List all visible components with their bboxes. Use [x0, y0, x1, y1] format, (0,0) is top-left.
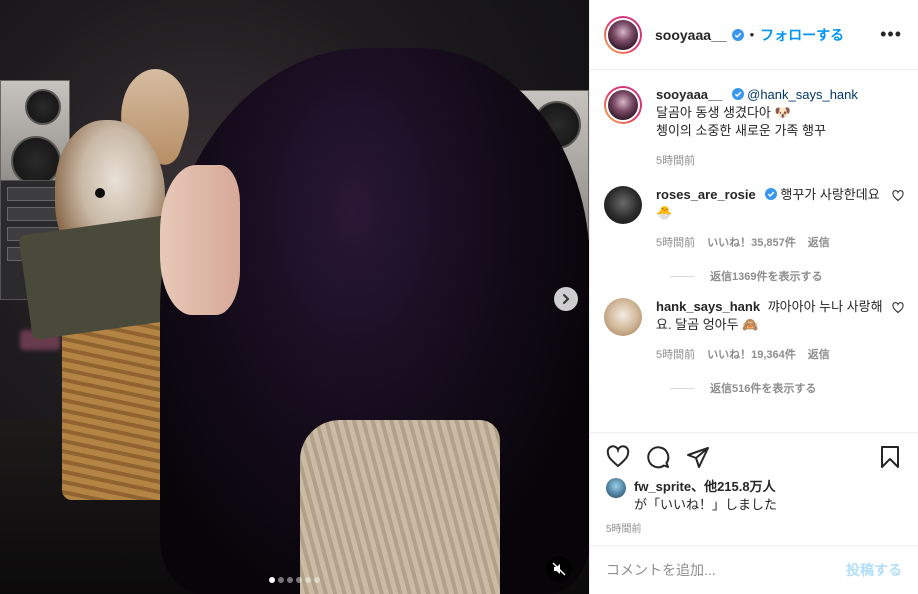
likes-summary: fw_sprite、他215.8万人 が「いいね！」しました: [606, 478, 902, 514]
comment-likes[interactable]: いいね！19,364件: [707, 346, 796, 364]
post-action-bar: [590, 432, 918, 480]
verified-badge-icon: [731, 88, 744, 100]
carousel-next-button[interactable]: [554, 287, 578, 311]
person-face: [160, 165, 240, 315]
comment-input[interactable]: [606, 562, 846, 578]
view-replies-label: 返信516件を表示する: [710, 383, 817, 395]
verified-badge-icon: [731, 28, 744, 41]
instagram-post: sooyaaa__ • フォローする ••• sooyaaa__ @hank_s…: [0, 0, 918, 594]
paper-plane-icon: [687, 446, 709, 468]
reply-button[interactable]: 返信: [808, 346, 830, 364]
comment-username[interactable]: hank_says_hank: [656, 299, 760, 314]
comment-item: roses_are_rosie 행꾸가 사랑한데요 🐣 5時間前 いいね！35,…: [604, 186, 904, 252]
view-replies-button[interactable]: 返信1369件を表示する: [670, 268, 904, 284]
view-replies-label: 返信1369件を表示する: [710, 271, 823, 283]
post-timestamp[interactable]: 5時間前: [606, 520, 642, 535]
share-button[interactable]: [678, 437, 718, 477]
avatar[interactable]: [604, 186, 642, 224]
chevron-right-icon: [563, 294, 570, 304]
save-button[interactable]: [870, 437, 910, 477]
dog-eye: [95, 188, 105, 198]
add-comment-bar: 投稿する: [590, 545, 918, 594]
avatar[interactable]: [604, 86, 642, 124]
comment-time[interactable]: 5時間前: [656, 346, 695, 364]
bookmark-icon: [881, 445, 899, 468]
comments-list[interactable]: sooyaaa__ @hank_says_hank 달곰아 동생 생겼다아 🐶 …: [590, 70, 918, 432]
more-options-icon[interactable]: •••: [880, 24, 902, 45]
caption-body: sooyaaa__ @hank_says_hank 달곰아 동생 생겼다아 🐶 …: [656, 86, 904, 170]
divider: [670, 275, 694, 277]
likes-text: fw_sprite、他215.8万人 が「いいね！」しました: [634, 478, 777, 514]
comment-meta: 5時間前 いいね！19,364件 返信: [656, 346, 892, 364]
likes-suffix: が「いいね！」しました: [634, 497, 778, 512]
comment-meta: 5時間前 いいね！35,857件 返信: [656, 234, 892, 252]
comment-bubble-icon: [647, 445, 670, 468]
header-user-info: sooyaaa__ • フォローする: [655, 25, 880, 45]
avatar[interactable]: [604, 298, 642, 336]
post-media[interactable]: [0, 0, 589, 594]
caption-time[interactable]: 5時間前: [656, 152, 695, 170]
reply-button[interactable]: 返信: [808, 234, 830, 252]
verified-badge-icon: [764, 188, 777, 200]
caption-line: 달곰아 동생 생겼다아 🐶: [656, 105, 791, 120]
carousel-indicator: [0, 577, 589, 583]
comment-body: roses_are_rosie 행꾸가 사랑한데요 🐣 5時間前 いいね！35,…: [656, 186, 892, 252]
view-replies-button[interactable]: 返信516件を表示する: [670, 380, 904, 396]
comment-likes[interactable]: いいね！35,857件: [707, 234, 796, 252]
person-sweater: [300, 420, 500, 594]
divider: [670, 387, 694, 389]
speaker-muted-icon: [552, 562, 566, 576]
post-header: sooyaaa__ • フォローする •••: [590, 0, 918, 70]
carousel-dot: [305, 577, 311, 583]
carousel-dot: [287, 577, 293, 583]
comment-like-heart-icon[interactable]: [892, 302, 904, 314]
comment-username[interactable]: roses_are_rosie: [656, 187, 756, 202]
heart-icon: [606, 444, 630, 467]
comment-like-heart-icon[interactable]: [892, 190, 904, 202]
caption-username[interactable]: sooyaaa__: [656, 87, 723, 102]
post-comment-button[interactable]: 投稿する: [846, 560, 902, 580]
follow-button[interactable]: フォローする: [760, 25, 844, 45]
likes-count[interactable]: 、他215.8万人: [691, 479, 776, 494]
green-cloth: [18, 215, 182, 340]
carousel-dot: [314, 577, 320, 583]
post-side-panel: sooyaaa__ • フォローする ••• sooyaaa__ @hank_s…: [589, 0, 918, 594]
caption-line: 쳉이의 소중한 새로운 가족 행꾸: [656, 123, 826, 138]
carousel-dot: [296, 577, 302, 583]
header-username[interactable]: sooyaaa__: [655, 27, 727, 43]
comment-item: hank_says_hank 꺄아아아 누나 사랑해요. 달곰 엉아두 🙈 5時…: [604, 298, 904, 364]
comment-button[interactable]: [638, 437, 678, 477]
like-button[interactable]: [598, 437, 638, 477]
avatar[interactable]: [604, 15, 642, 54]
caption: sooyaaa__ @hank_says_hank 달곰아 동생 생겼다아 🐶 …: [604, 86, 904, 170]
caption-mention[interactable]: @hank_says_hank: [747, 87, 858, 102]
comment-time[interactable]: 5時間前: [656, 234, 695, 252]
comment-body: hank_says_hank 꺄아아아 누나 사랑해요. 달곰 엉아두 🙈 5時…: [656, 298, 892, 364]
carousel-dot: [278, 577, 284, 583]
header-separator: •: [749, 27, 755, 42]
carousel-dot: [269, 577, 275, 583]
likes-user[interactable]: fw_sprite: [634, 479, 691, 494]
avatar[interactable]: [606, 478, 626, 498]
caption-meta: 5時間前: [656, 152, 904, 170]
